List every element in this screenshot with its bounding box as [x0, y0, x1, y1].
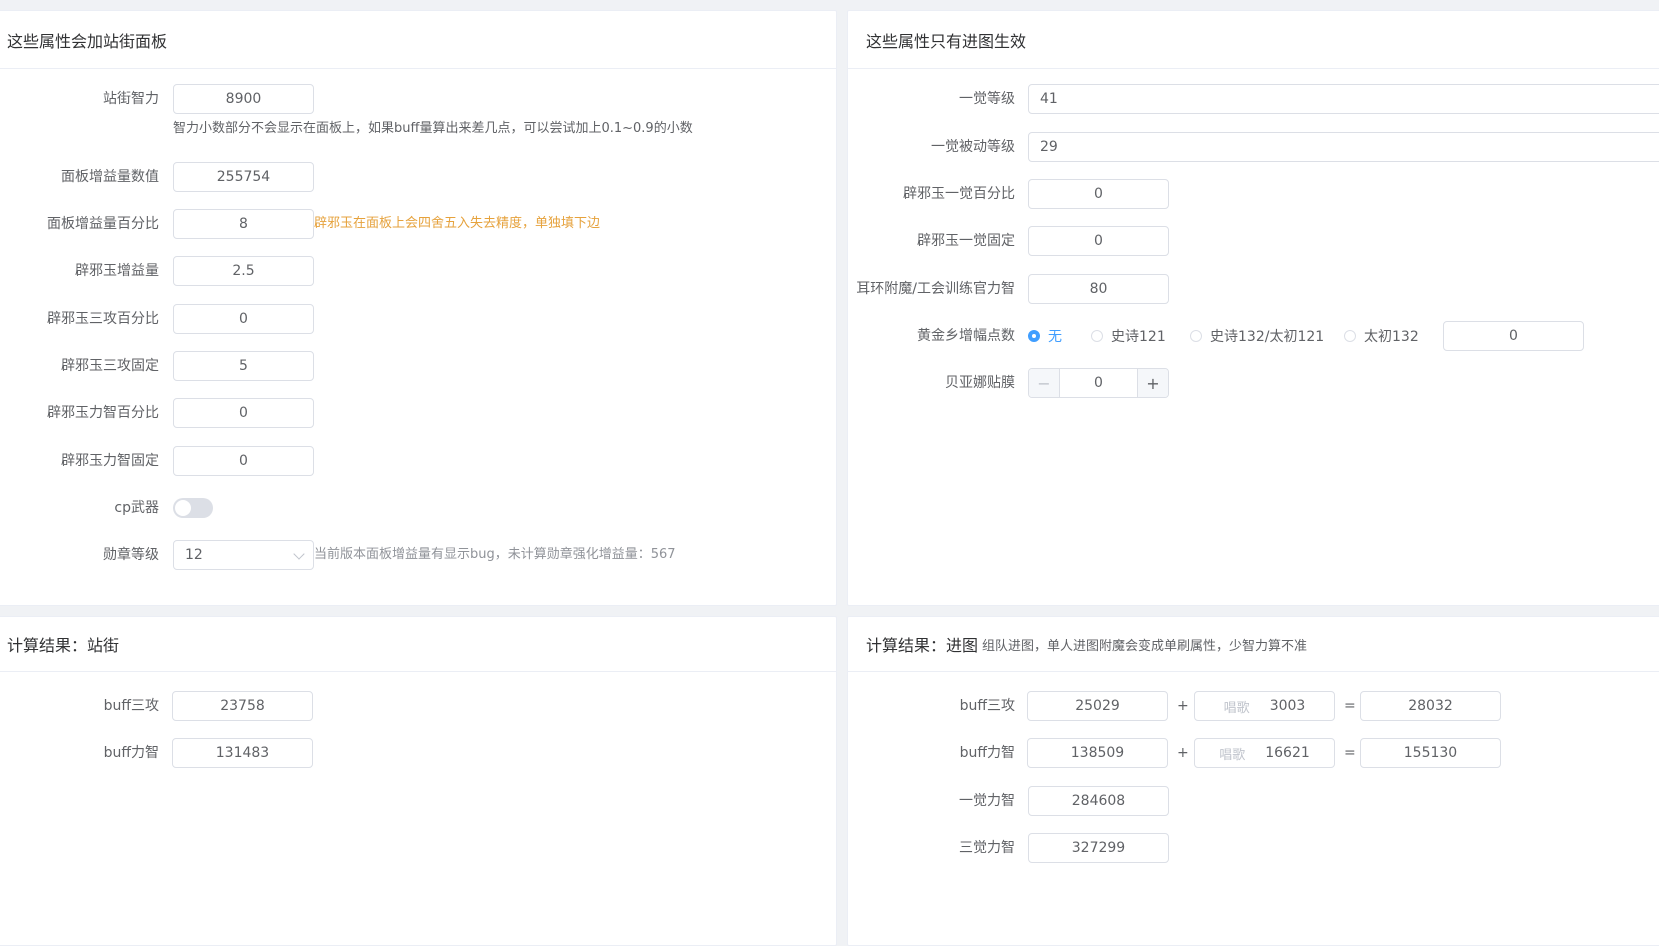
panel-percent-input[interactable]: 8 — [173, 209, 314, 239]
card-header: 计算结果：进图 组队进图，单人进图附魔会变成单刷属性，少智力算不准 — [848, 617, 1659, 672]
awaken3-lizhi-output: 327299 — [1028, 833, 1169, 863]
label-awaken-passive: 一觉被动等级 — [931, 139, 1015, 155]
label-panel-value: 面板增益量数值 — [61, 169, 159, 185]
label-pixie-awaken-fixed: 辟邪玉一觉固定 — [917, 233, 1015, 249]
label-earring: 耳环附魔/工会训练官力智 — [856, 281, 1015, 297]
label-pixie-lizhi-pct: 辟邪玉力智百分比 — [47, 405, 159, 421]
card-title: 计算结果：站街 — [0, 617, 836, 672]
medal-hint: 当前版本面板增益量有显示bug，未计算勋章强化增益量：567 — [314, 547, 676, 562]
label-medal-level: 勋章等级 — [103, 547, 159, 563]
label-cp-weapon: cp武器 — [114, 500, 159, 516]
radio-label: 史诗121 — [1111, 329, 1166, 345]
dungeon-buff-lizhi-base: 138509 — [1027, 738, 1168, 768]
label-awaken3-lizhi: 三觉力智 — [959, 840, 1015, 856]
medal-level-select[interactable]: 12 — [173, 540, 314, 570]
earring-input[interactable]: 80 — [1028, 274, 1169, 304]
radio-label: 无 — [1048, 329, 1062, 345]
radio-dot — [1028, 330, 1040, 342]
awaken-level-input[interactable]: 41 — [1028, 84, 1659, 114]
pixie-awaken-pct-input[interactable]: 0 — [1028, 179, 1169, 209]
increment-button[interactable]: + — [1137, 369, 1168, 397]
card-title: 计算结果：进图 — [866, 636, 979, 655]
label-zhanjie-zhili: 站街智力 — [103, 91, 159, 107]
pixie-lizhi-pct-input[interactable]: 0 — [173, 398, 314, 428]
dungeon-buff-lizhi-song: 唱歌 16621 — [1194, 738, 1335, 768]
label-beiyana: 贝亚娜贴膜 — [945, 375, 1015, 391]
street-buff-lizhi-output: 131483 — [172, 738, 313, 768]
golden-custom-input[interactable]: 0 — [1443, 321, 1584, 351]
beiyana-stepper: − 0 + — [1028, 368, 1169, 398]
radio-label: 史诗132/太初121 — [1210, 329, 1325, 345]
song-value: 3003 — [1269, 698, 1306, 714]
label-buff-sangong: buff三攻 — [959, 698, 1015, 714]
card-title: 这些属性只有进图生效 — [848, 11, 1659, 69]
street-attributes-card: 这些属性会加站街面板 站街智力 8900 智力小数部分不会显示在面板上，如果bu… — [0, 10, 837, 606]
medal-level-value: 12 — [185, 547, 203, 563]
decrement-button[interactable]: − — [1029, 369, 1060, 397]
label-buff-lizhi: buff力智 — [959, 745, 1015, 761]
street-buff-sangong-output: 23758 — [172, 691, 313, 721]
label-pixie-lizhi-fixed: 辟邪玉力智固定 — [61, 453, 159, 469]
dungeon-buff-sangong-base: 25029 — [1027, 691, 1168, 721]
cp-weapon-switch[interactable] — [173, 498, 213, 518]
radio-dot — [1091, 330, 1103, 342]
label-pixie-awaken-pct: 辟邪玉一觉百分比 — [903, 186, 1015, 202]
card-title: 这些属性会加站街面板 — [0, 11, 836, 69]
plus-sign: + — [1177, 698, 1189, 714]
dungeon-buff-sangong-song: 唱歌 3003 — [1194, 691, 1335, 721]
dungeon-result-card: 计算结果：进图 组队进图，单人进图附魔会变成单刷属性，少智力算不准 buff三攻… — [847, 616, 1659, 946]
golden-radio-primal132[interactable]: 太初132 — [1344, 320, 1419, 352]
equals-sign: = — [1344, 745, 1356, 761]
golden-radio-none[interactable]: 无 — [1028, 320, 1062, 352]
label-pixie-sangong-pct: 辟邪玉三攻百分比 — [47, 311, 159, 327]
awaken1-lizhi-output: 284608 — [1028, 786, 1169, 816]
golden-radio-epic132[interactable]: 史诗132/太初121 — [1190, 320, 1324, 352]
pixie-sangong-fixed-input[interactable]: 5 — [173, 351, 314, 381]
pixie-sangong-pct-input[interactable]: 0 — [173, 304, 314, 334]
zhili-hint: 智力小数部分不会显示在面板上，如果buff量算出来差几点，可以尝试加上0.1~0… — [173, 121, 693, 136]
song-value: 16621 — [1265, 745, 1310, 761]
label-buff-sangong: buff三攻 — [103, 698, 159, 714]
label-pixie-gain: 辟邪玉增益量 — [75, 263, 159, 279]
song-prefix: 唱歌 — [1223, 700, 1250, 716]
street-result-card: 计算结果：站街 buff三攻 23758 buff力智 131483 — [0, 616, 837, 946]
pixie-awaken-fixed-input[interactable]: 0 — [1028, 226, 1169, 256]
zhanjie-zhili-input[interactable]: 8900 — [173, 84, 314, 114]
radio-label: 太初132 — [1364, 329, 1419, 345]
pixie-lizhi-fixed-input[interactable]: 0 — [173, 446, 314, 476]
plus-sign: + — [1177, 745, 1189, 761]
label-golden: 黄金乡增幅点数 — [917, 328, 1015, 344]
golden-radio-epic121[interactable]: 史诗121 — [1091, 320, 1166, 352]
dungeon-buff-sangong-total: 28032 — [1360, 691, 1501, 721]
label-panel-percent: 面板增益量百分比 — [47, 216, 159, 232]
dungeon-buff-lizhi-total: 155130 — [1360, 738, 1501, 768]
card-subtitle: 组队进图，单人进图附魔会变成单刷属性，少智力算不准 — [982, 638, 1308, 654]
pixie-gain-input[interactable]: 2.5 — [173, 256, 314, 286]
label-pixie-sangong-fixed: 辟邪玉三攻固定 — [61, 358, 159, 374]
equals-sign: = — [1344, 698, 1356, 714]
radio-dot — [1190, 330, 1202, 342]
beiyana-value[interactable]: 0 — [1060, 369, 1137, 397]
radio-dot — [1344, 330, 1356, 342]
awaken-passive-input[interactable]: 29 — [1028, 132, 1659, 162]
panel-value-input[interactable]: 255754 — [173, 162, 314, 192]
chevron-down-icon — [293, 548, 305, 560]
panel-percent-hint: 辟邪玉在面板上会四舍五入失去精度，单独填下边 — [314, 216, 601, 231]
label-buff-lizhi: buff力智 — [103, 745, 159, 761]
label-awaken-level: 一觉等级 — [959, 91, 1015, 107]
switch-knob — [175, 500, 191, 516]
label-awaken1-lizhi: 一觉力智 — [959, 793, 1015, 809]
song-prefix: 唱歌 — [1219, 747, 1246, 763]
dungeon-attributes-card: 这些属性只有进图生效 一觉等级 41 一觉被动等级 29 辟邪玉一觉百分比 0 … — [847, 10, 1659, 606]
